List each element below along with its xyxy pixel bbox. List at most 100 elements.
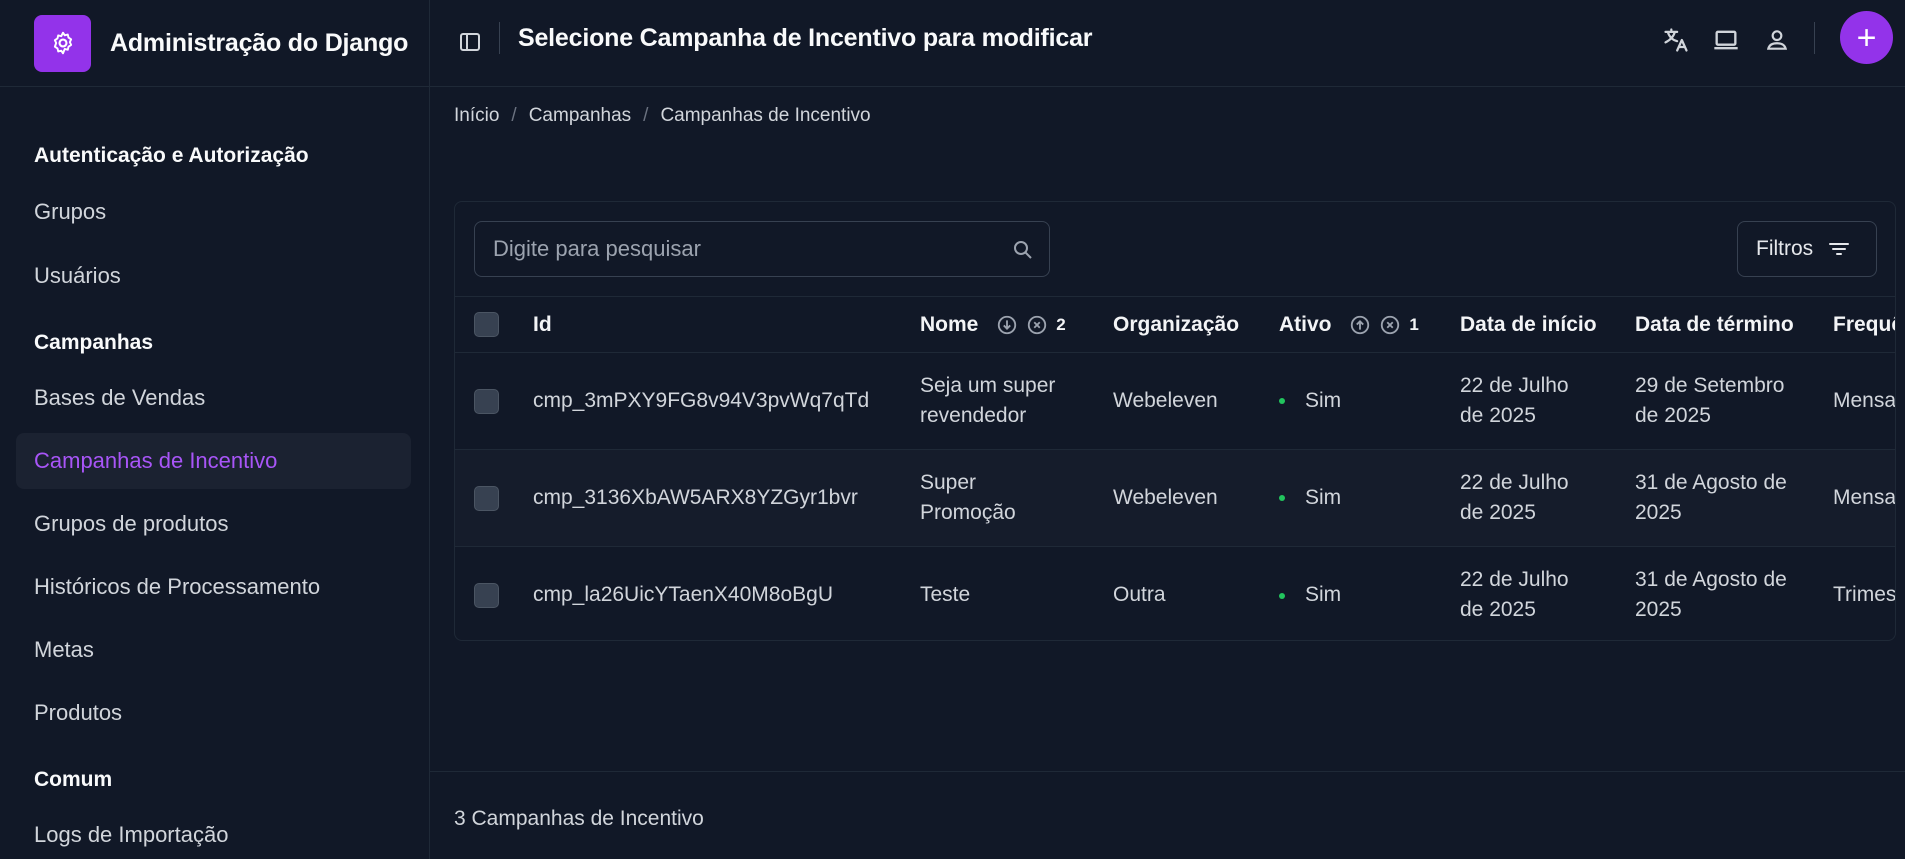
cell-nome-line2: revendedor [920,404,1027,427]
cell-frequencia: Mensal [1833,352,1895,450]
cell-nome-line1: Super [920,471,977,494]
filter-icon [1829,243,1850,255]
cell-nome: Teste [920,546,1113,640]
column-header-organizacao[interactable]: Organização [1113,296,1279,353]
cell-nome: Seja um super revendedor [920,352,1113,450]
status-dot [1279,495,1285,502]
cell-organizacao: Webeleven [1113,352,1279,450]
select-all-checkbox[interactable] [474,312,499,337]
search-box[interactable] [474,221,1050,277]
row-checkbox[interactable] [474,485,499,511]
result-count: 3 Campanhas de Incentivo [454,807,704,830]
sidebar-item-grupos-de-produtos[interactable]: Grupos de produtos [16,496,411,552]
cell-data-inicio: 22 de Julho de 2025 [1460,449,1635,547]
header-divider [499,22,500,54]
cell-ativo-label: Sim [1305,389,1342,412]
cell-data-inicio-line2: de 2025 [1460,501,1536,524]
breadcrumb-campanhas-de-incentivo: Campanhas de Incentivo [660,105,871,126]
cell-data-inicio-line1: 22 de Julho [1460,568,1569,592]
sidebar-item-usuarios[interactable]: Usuários [16,248,411,304]
cell-data-termino-line1: 31 de Agosto de [1635,471,1787,494]
sidebar-item-campanhas-de-incentivo[interactable]: Campanhas de Incentivo [16,433,411,489]
search-icon[interactable] [1011,238,1035,268]
column-header-id[interactable]: Id [533,296,920,353]
column-header-data-inicio[interactable]: Data de início [1460,296,1635,353]
sort-descending-icon[interactable] [996,314,1018,336]
cell-ativo-label: Sim [1305,583,1342,607]
cell-data-inicio-line2: de 2025 [1460,404,1536,427]
cell-id-link[interactable]: cmp_3mPXY9FG8v94V3pvWq7qTd [533,352,920,450]
cell-nome-line2: Promoção [920,501,1016,524]
breadcrumb-campanhas[interactable]: Campanhas [529,105,631,127]
column-header-nome-label: Nome [920,312,979,336]
row-checkbox[interactable] [474,583,499,609]
table-row: cmp_3136XbAW5ARX8YZGyr1bvr Super Promoção… [455,449,1895,547]
cell-frequencia: Mensal [1833,449,1895,547]
header-divider-2 [1814,22,1815,54]
cell-data-inicio-line1: 22 de Julho [1460,374,1569,397]
cell-data-termino: 31 de Agosto de 2025 [1635,449,1833,547]
cell-id-link[interactable]: cmp_3136XbAW5ARX8YZGyr1bvr [533,449,920,547]
breadcrumb-separator: / [511,105,517,126]
sidebar-item-produtos[interactable]: Produtos [16,685,411,741]
table-row: cmp_3mPXY9FG8v94V3pvWq7qTd Seja um super… [455,352,1895,450]
cell-data-inicio-line2: de 2025 [1460,598,1536,622]
brand-title: Administração do Django [110,28,409,57]
nav-section-campanhas: Campanhas [34,331,154,354]
footer-divider [430,771,1905,772]
row-checkbox[interactable] [474,388,499,414]
cell-ativo: Sim [1279,546,1460,640]
sidebar-item-historicos[interactable]: Históricos de Processamento [16,559,411,615]
breadcrumb-separator: / [643,105,649,126]
cell-data-termino-line1: 29 de Setembro [1635,374,1785,397]
cell-data-termino-line2: 2025 [1635,598,1682,622]
nav-section-comum: Comum [34,768,113,791]
user-icon[interactable] [1761,24,1793,56]
cell-id-link[interactable]: cmp_la26UicYTaenX40M8oBgU [533,546,920,640]
cell-data-termino: 29 de Setembro de 2025 [1635,352,1833,450]
sort-priority-badge: 1 [1409,314,1419,334]
cell-data-inicio-line1: 22 de Julho [1460,471,1569,494]
cell-data-termino-line2: 2025 [1635,501,1682,524]
cell-ativo-label: Sim [1305,486,1342,509]
sidebar-item-grupos[interactable]: Grupos [16,184,411,240]
table-row: cmp_la26UicYTaenX40M8oBgU Teste Outra Si… [455,546,1895,640]
remove-sort-icon[interactable] [1379,314,1401,336]
sidebar-toggle-icon[interactable] [454,26,486,58]
column-header-ativo[interactable]: Ativo 1 [1279,296,1460,353]
cell-ativo: Sim [1279,352,1460,450]
sort-ascending-icon[interactable] [1349,314,1371,336]
brand[interactable]: Administração do Django [0,0,429,87]
cell-data-inicio: 22 de Julho de 2025 [1460,546,1635,640]
cell-data-termino-line1: 31 de Agosto de [1635,568,1787,592]
cell-nome: Super Promoção [920,449,1113,547]
top-header: Selecione Campanha de Incentivo para mod… [430,0,1905,87]
breadcrumb-inicio[interactable]: Início [454,105,499,127]
column-header-data-termino[interactable]: Data de término [1635,296,1833,353]
results-table: Id Nome 2 Organização Ativo 1 Data de in… [455,296,1895,640]
column-header-ativo-label: Ativo [1279,312,1332,336]
status-dot [1279,398,1285,405]
cell-organizacao: Outra [1113,546,1279,640]
sidebar-item-metas[interactable]: Metas [16,622,411,678]
cell-nome-line1: Teste [920,583,971,607]
cell-organizacao: Webeleven [1113,449,1279,547]
sidebar-item-bases-de-vendas[interactable]: Bases de Vendas [16,370,411,426]
breadcrumb: Início / Campanhas / Campanhas de Incent… [454,105,871,127]
laptop-icon[interactable] [1710,24,1742,56]
column-header-nome[interactable]: Nome 2 [920,296,1113,353]
remove-sort-icon[interactable] [1026,314,1048,336]
column-header-frequencia[interactable]: Frequê [1833,296,1895,353]
changelist-panel: Filtros Id Nome 2 Organizaç [454,201,1896,641]
nav-section-auth: Autenticação e Autorização [34,144,309,167]
translate-icon[interactable] [1660,24,1692,56]
search-input[interactable] [493,236,993,262]
filters-label: Filtros [1756,237,1814,260]
add-button[interactable]: + [1840,11,1893,64]
sidebar-item-logs-de-importacao[interactable]: Logs de Importação [16,807,411,859]
page-title: Selecione Campanha de Incentivo para mod… [518,24,1093,52]
filters-button[interactable]: Filtros [1737,221,1877,277]
cell-nome-line1: Seja um super [920,374,1056,397]
sort-priority-badge: 2 [1056,314,1066,334]
cell-data-inicio: 22 de Julho de 2025 [1460,352,1635,450]
